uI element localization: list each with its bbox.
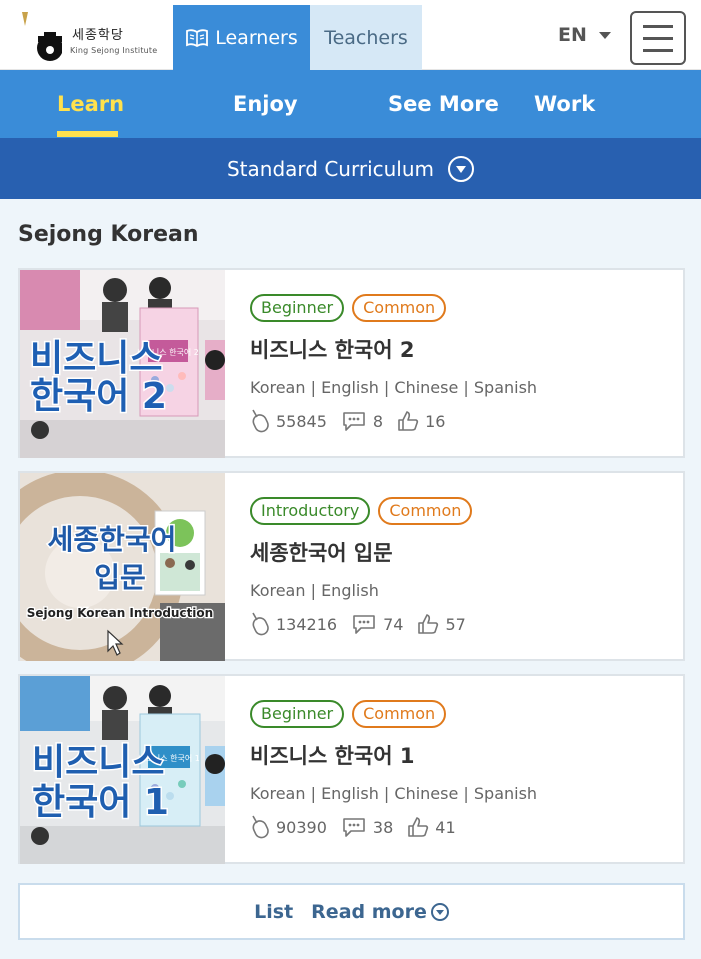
thumb-title-line2: 입문 — [94, 561, 146, 594]
thumb-subtitle: Sejong Korean Introduction — [27, 606, 213, 620]
comment-icon — [353, 615, 375, 634]
level-badge: Introductory — [250, 497, 371, 525]
views-count: 134216 — [276, 614, 338, 634]
thumb-title-line1: 비즈니스 — [32, 742, 164, 783]
thumb-title-line2: 한국어 1 — [32, 782, 169, 823]
menu-icon-bar — [643, 37, 673, 40]
comment-icon — [343, 818, 365, 837]
nav-work-together[interactable]: Work Together — [534, 70, 701, 184]
section-title: Sejong Korean — [18, 222, 199, 247]
course-thumbnail: 비즈니스 한국어 2 비즈니스 한국어 2 — [20, 270, 225, 458]
logo-emblem-icon — [22, 12, 62, 61]
tab-learners[interactable]: Learners — [173, 5, 310, 70]
course-thumbnail: 세종한국어 입문 Sejong Korean Introduction — [20, 473, 225, 661]
thumbs-up-icon — [408, 817, 429, 837]
language-selector[interactable]: EN — [558, 24, 611, 46]
tab-learners-label: Learners — [215, 26, 298, 49]
menu-button[interactable] — [630, 11, 686, 65]
tab-teachers[interactable]: Teachers — [310, 5, 422, 70]
thumb-title-line1: 세종한국어 — [48, 523, 177, 556]
likes-count: 16 — [425, 411, 446, 431]
course-languages: Korean | English | Chinese | Spanish — [250, 378, 538, 397]
logo[interactable]: 세종학당 King Sejong Institute — [14, 10, 164, 64]
level-badge: Beginner — [250, 700, 345, 728]
list-readmore-bar: List Read more — [18, 883, 685, 940]
logo-english-text: King Sejong Institute — [70, 46, 158, 55]
chevron-down-icon — [430, 902, 449, 921]
thumbs-up-icon — [398, 411, 419, 431]
menu-icon — [643, 25, 673, 28]
nav-enjoy[interactable]: Enjoy — [233, 70, 298, 138]
likes-count: 41 — [435, 817, 456, 837]
course-languages: Korean | English — [250, 581, 379, 600]
mouse-icon — [252, 612, 269, 636]
read-more-button[interactable]: Read more — [311, 901, 449, 923]
course-details: Beginner Common 비즈니스 한국어 2 Korean | Engl… — [250, 294, 537, 433]
comments-count: 8 — [372, 411, 384, 431]
nav-active-indicator — [57, 131, 118, 137]
course-details: Introductory Common 세종한국어 입문 Korean | En… — [250, 497, 480, 636]
course-card[interactable]: 비즈니스 한국어 1 비즈니스 한국어 1 Beginner Common 비즈… — [18, 674, 685, 864]
course-languages: Korean | English | Chinese | Spanish — [250, 784, 538, 803]
common-badge: Common — [352, 700, 447, 728]
read-more-label: Read more — [311, 900, 427, 923]
course-title[interactable]: 세종한국어 입문 — [250, 537, 480, 567]
mouse-icon — [252, 409, 269, 433]
views-count: 55845 — [276, 411, 327, 431]
subnav-label: Standard Curriculum — [226, 156, 435, 181]
caret-down-icon — [598, 31, 611, 39]
mouse-icon — [252, 815, 269, 839]
level-badge: Beginner — [250, 294, 345, 322]
course-title[interactable]: 비즈니스 한국어 1 — [250, 740, 537, 770]
comment-icon — [343, 412, 365, 431]
course-stats: 134216 74 57 — [250, 612, 480, 636]
course-card[interactable]: 세종한국어 입문 Sejong Korean Introduction Intr… — [18, 471, 685, 661]
language-label: EN — [558, 24, 587, 46]
common-badge: Common — [352, 294, 447, 322]
thumbs-up-icon — [418, 614, 439, 634]
chevron-down-icon — [448, 155, 475, 182]
common-badge: Common — [378, 497, 473, 525]
views-count: 90390 — [276, 817, 327, 837]
book-icon — [186, 28, 209, 47]
course-stats: 55845 8 16 — [250, 409, 537, 433]
course-stats: 90390 38 41 — [250, 815, 537, 839]
likes-count: 57 — [445, 614, 466, 634]
thumb-title-line2: 한국어 2 — [30, 376, 167, 417]
main-nav: Learn Enjoy See More Work Together — [0, 70, 701, 184]
course-details: Beginner Common 비즈니스 한국어 1 Korean | Engl… — [250, 700, 537, 839]
list-button[interactable]: List — [254, 901, 293, 923]
subnav-dropdown[interactable]: Standard Curriculum — [0, 138, 701, 199]
top-bar: 세종학당 King Sejong Institute Learners Teac… — [0, 0, 701, 70]
comments-count: 74 — [383, 614, 404, 634]
menu-icon-bar — [643, 49, 673, 52]
comments-count: 38 — [372, 817, 394, 837]
course-card[interactable]: 비즈니스 한국어 2 비즈니스 한국어 2 Beginner Common 비즈… — [18, 268, 685, 458]
tab-teachers-label: Teachers — [324, 26, 408, 49]
course-title[interactable]: 비즈니스 한국어 2 — [250, 334, 537, 364]
nav-see-more[interactable]: See More — [388, 70, 499, 138]
course-thumbnail: 비즈니스 한국어 1 비즈니스 한국어 1 — [20, 676, 225, 864]
logo-korean-text: 세종학당 — [72, 28, 124, 43]
nav-learn[interactable]: Learn — [57, 70, 124, 138]
thumb-title-line1: 비즈니스 — [30, 338, 162, 379]
